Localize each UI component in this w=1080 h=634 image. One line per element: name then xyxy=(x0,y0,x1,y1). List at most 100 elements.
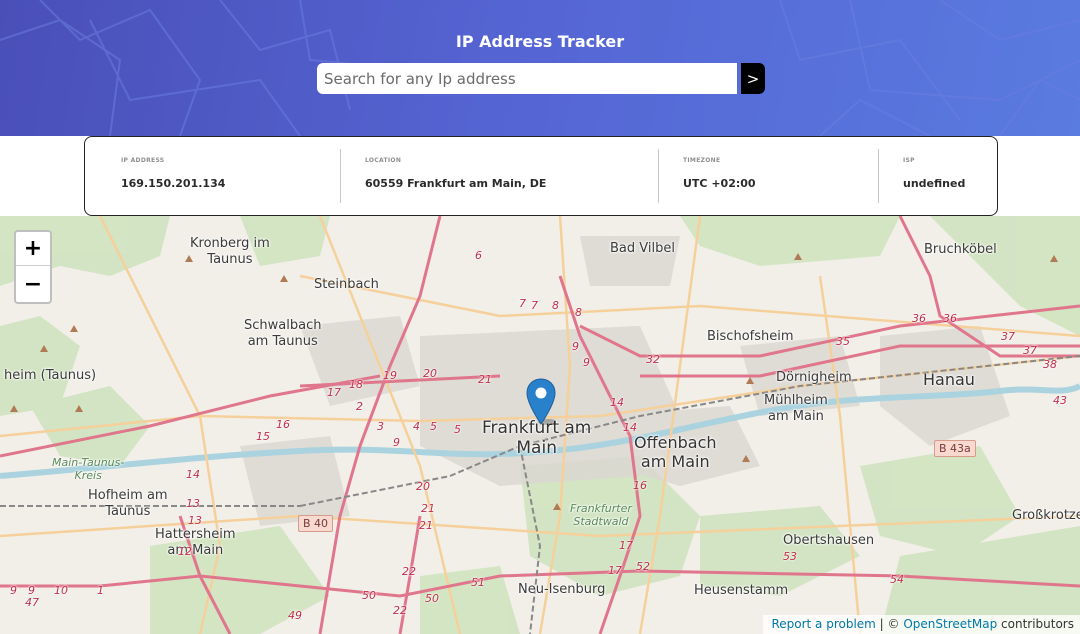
map[interactable]: Kronberg im Taunus Steinbach Schwalbach am… xyxy=(0,216,1080,634)
isp-value: undefined xyxy=(903,177,966,190)
app-page: IP Address Tracker > IP ADDRESS 169.150.… xyxy=(0,0,1080,634)
route-shield-b43a: B 43a xyxy=(934,440,976,457)
road-number: 5 xyxy=(430,420,437,433)
road-number: 21 xyxy=(419,519,433,532)
place-muehlheim: Mühlheim am Main xyxy=(764,393,828,424)
route-shield-b40: B 40 xyxy=(298,515,334,532)
header: IP Address Tracker > xyxy=(0,0,1080,136)
place-frankfurter-stadtwald: Frankfurter Stadtwald xyxy=(570,502,632,529)
road-number: 20 xyxy=(416,480,430,493)
timezone-value: UTC +02:00 xyxy=(683,177,756,190)
road-number: 8 xyxy=(575,306,582,319)
ip-address-value: 169.150.201.134 xyxy=(121,177,226,190)
zoom-control: + − xyxy=(14,230,52,304)
road-number: 51 xyxy=(471,576,485,589)
road-number: 17 xyxy=(327,386,341,399)
road-number: 52 xyxy=(636,560,650,573)
place-bischofsheim: Bischofsheim xyxy=(707,329,794,344)
road-number: 4 xyxy=(413,420,420,433)
road-number: 47 xyxy=(25,596,39,609)
search-button[interactable]: > xyxy=(741,63,765,94)
place-offenbach: Offenbach am Main xyxy=(634,433,717,472)
road-number: 12 xyxy=(178,545,192,558)
place-heim: heim (Taunus) xyxy=(4,368,97,383)
road-number: 7 xyxy=(531,299,538,312)
place-bruchkoebel: Bruchköbel xyxy=(924,242,997,257)
divider xyxy=(340,149,341,203)
road-number: 9 xyxy=(572,340,579,353)
road-number: 43 xyxy=(1053,394,1067,407)
place-steinbach: Steinbach xyxy=(314,277,379,292)
road-number: 32 xyxy=(646,353,660,366)
zoom-out-button[interactable]: − xyxy=(16,267,50,301)
road-number: 21 xyxy=(478,373,492,386)
place-hattersheim: Hattersheim am Main xyxy=(155,527,236,558)
road-number: 22 xyxy=(402,565,416,578)
road-number: 18 xyxy=(349,378,363,391)
road-number: 1 xyxy=(97,584,104,597)
road-number: 14 xyxy=(610,396,624,409)
road-number: 49 xyxy=(288,609,302,622)
road-number: 21 xyxy=(421,502,435,515)
place-hofheim: Hofheim am Taunus xyxy=(88,488,168,519)
isp-label: ISP xyxy=(903,157,915,164)
road-number: 10 xyxy=(54,584,68,597)
road-number: 19 xyxy=(383,369,397,382)
place-doernigheim: Dörnigheim xyxy=(776,370,852,385)
road-number: 14 xyxy=(186,468,200,481)
road-number: 15 xyxy=(256,430,270,443)
place-bad-vilbel: Bad Vilbel xyxy=(610,241,675,256)
place-hanau: Hanau xyxy=(923,370,975,389)
road-number: 38 xyxy=(1043,358,1057,371)
road-number: 7 xyxy=(519,297,526,310)
search-input[interactable] xyxy=(317,63,737,94)
road-number: 35 xyxy=(836,335,850,348)
road-number: 54 xyxy=(890,573,904,586)
road-number: 50 xyxy=(425,592,439,605)
road-number: 3 xyxy=(377,420,384,433)
road-number: 9 xyxy=(10,584,17,597)
attribution-separator: | © xyxy=(875,617,904,631)
map-attribution: Report a problem | © OpenStreetMap contr… xyxy=(763,615,1080,634)
openstreetmap-link[interactable]: OpenStreetMap xyxy=(903,617,997,631)
timezone-label: TIMEZONE xyxy=(683,157,721,164)
divider xyxy=(658,149,659,203)
location-value: 60559 Frankfurt am Main, DE xyxy=(365,177,547,190)
road-number: 14 xyxy=(623,421,637,434)
place-kronberg: Kronberg im Taunus xyxy=(190,236,270,267)
location-marker-icon[interactable] xyxy=(526,378,556,426)
zoom-in-button[interactable]: + xyxy=(16,232,50,266)
attribution-contributors: contributors xyxy=(997,617,1074,631)
divider xyxy=(878,149,879,203)
road-number: 13 xyxy=(186,497,200,510)
road-number: 50 xyxy=(362,589,376,602)
road-number: 37 xyxy=(1001,330,1015,343)
road-number: 17 xyxy=(608,564,622,577)
road-number: 5 xyxy=(454,423,461,436)
place-neu-isenburg: Neu-Isenburg xyxy=(518,582,606,597)
road-number: 36 xyxy=(943,312,957,325)
place-heusenstamm: Heusenstamm xyxy=(694,583,789,598)
page-title: IP Address Tracker xyxy=(455,32,625,51)
road-number: 37 xyxy=(1023,344,1037,357)
report-problem-link[interactable]: Report a problem xyxy=(771,617,875,631)
info-card: IP ADDRESS 169.150.201.134 LOCATION 6055… xyxy=(84,136,998,216)
road-number: 9 xyxy=(583,356,590,369)
place-main-taunus: Main-Taunus- Kreis xyxy=(52,456,125,483)
road-number: 17 xyxy=(619,539,633,552)
road-number: 8 xyxy=(552,299,559,312)
road-number: 20 xyxy=(423,367,437,380)
ip-address-label: IP ADDRESS xyxy=(121,157,165,164)
place-obertshausen: Obertshausen xyxy=(783,533,875,548)
road-number: 53 xyxy=(783,550,797,563)
road-number: 6 xyxy=(475,249,482,262)
road-number: 13 xyxy=(188,514,202,527)
road-number: 9 xyxy=(393,436,400,449)
location-label: LOCATION xyxy=(365,157,402,164)
road-number: 36 xyxy=(912,312,926,325)
road-number: 22 xyxy=(393,604,407,617)
road-number: 16 xyxy=(633,479,647,492)
road-number: 2 xyxy=(356,400,363,413)
place-schwalbach: Schwalbach am Taunus xyxy=(244,318,322,349)
place-grosskrotzenburg: Großkrotze xyxy=(1012,508,1080,523)
